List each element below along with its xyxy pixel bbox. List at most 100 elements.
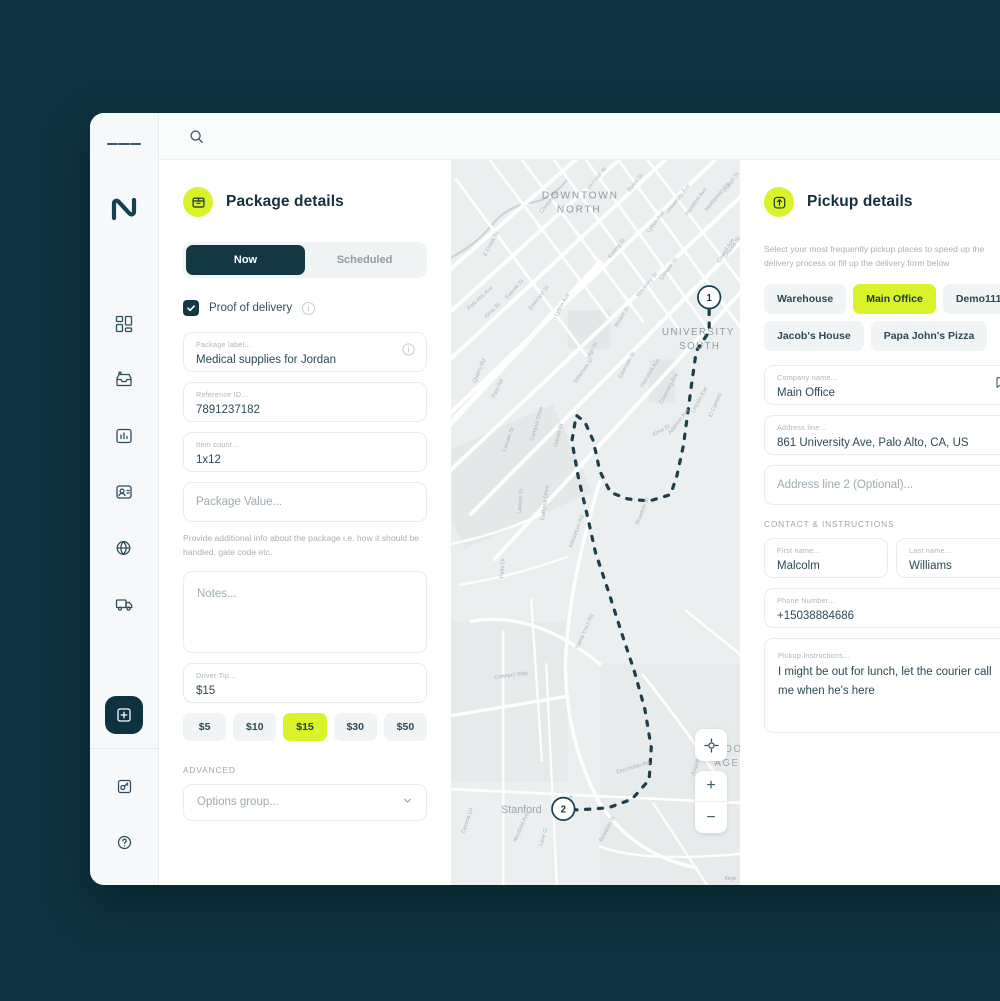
map-attribution: Keyb: [724, 876, 736, 882]
package-label-value: Medical supplies for Jordan: [196, 354, 336, 366]
sidebar-item-deliveries[interactable]: [107, 587, 141, 621]
map-marker-dropoff: 2: [551, 796, 576, 821]
place-chip-warehouse[interactable]: Warehouse: [764, 284, 847, 315]
bookmark-icon[interactable]: [994, 376, 1000, 395]
sidebar-item-settings[interactable]: [107, 769, 141, 803]
svg-text:2: 2: [561, 805, 566, 816]
pickup-title: Pickup details: [807, 193, 913, 210]
address-line2-placeholder: Address line 2 (Optional)...: [777, 478, 914, 491]
sidebar-item-inbox[interactable]: [107, 363, 141, 397]
sidebar-bottom-nav: [107, 769, 141, 885]
svg-text:NORTH: NORTH: [557, 205, 602, 216]
sidebar-item-global[interactable]: [107, 531, 141, 565]
item-count-field[interactable]: Item count... 1x12: [183, 432, 427, 472]
map-zoom-controls: + −: [695, 771, 727, 833]
search-icon[interactable]: [183, 123, 209, 149]
pickup-instructions-value: I might be out for lunch, let the courie…: [778, 666, 992, 697]
package-box-icon: [183, 187, 213, 217]
crosshair-icon[interactable]: [695, 729, 727, 761]
info-icon[interactable]: i: [302, 301, 316, 315]
address-line-caption: Address line...: [777, 423, 827, 433]
notes-placeholder: Notes...: [197, 587, 237, 600]
tab-now[interactable]: Now: [186, 245, 305, 275]
sidebar-divider: [90, 748, 159, 749]
place-chip-papa-johns-pizza[interactable]: Papa John's Pizza: [870, 321, 988, 352]
package-details-panel: Package details Now Scheduled Proof of d…: [159, 160, 451, 885]
options-group-placeholder: Options group...: [197, 796, 279, 809]
options-group-select[interactable]: Options group...: [183, 783, 427, 821]
proof-of-delivery-label: Proof of delivery: [209, 302, 293, 314]
package-label-caption: Package label...: [196, 340, 252, 349]
sidebar-item-contacts[interactable]: [107, 475, 141, 509]
package-value-field[interactable]: Package Value...: [183, 482, 427, 522]
last-name-value: Williams: [909, 560, 952, 573]
place-chip-demo111[interactable]: Demo111: [942, 284, 1000, 315]
company-name-field[interactable]: Company name... Main Office: [764, 365, 1000, 406]
pickup-panel-header: Pickup details: [764, 187, 1000, 217]
brand-logo-icon[interactable]: [104, 189, 144, 229]
tip-option-10[interactable]: $10: [233, 712, 277, 741]
first-name-field[interactable]: First name... Malcolm: [764, 538, 888, 579]
package-value-placeholder: Package Value...: [196, 495, 283, 508]
reference-id-value: 7891237182: [196, 404, 260, 416]
phone-number-field[interactable]: Phone Number... +15038884686: [764, 588, 1000, 629]
content-columns: Package details Now Scheduled Proof of d…: [159, 160, 1000, 885]
svg-text:UNIVERSITY: UNIVERSITY: [662, 327, 735, 338]
contact-section-label: CONTACT & INSTRUCTIONS: [764, 519, 895, 530]
screen-root: Package details Now Scheduled Proof of d…: [0, 0, 1000, 1001]
address-line-field[interactable]: Address line... 861 University Ave, Palo…: [764, 415, 1000, 456]
map-controls: + −: [695, 729, 727, 833]
sidebar-item-dashboard[interactable]: [107, 307, 141, 341]
pickup-description: Select your most frequently pickup place…: [764, 244, 985, 269]
sidebar-item-help[interactable]: [107, 825, 141, 859]
tip-option-30[interactable]: $30: [333, 712, 377, 741]
sidebar-item-new-delivery[interactable]: [105, 696, 143, 734]
address-line2-field[interactable]: Address line 2 (Optional)...: [764, 465, 1000, 506]
sidebar-item-analytics[interactable]: [107, 419, 141, 453]
pickup-place-chips: Warehouse Main Office Demo111 Jacob's Ho…: [764, 284, 1000, 352]
sidebar: [90, 113, 159, 885]
tab-scheduled[interactable]: Scheduled: [305, 245, 424, 275]
driver-tip-caption: Driver Tip...: [196, 670, 236, 680]
pickup-arrow-icon: [764, 187, 794, 217]
tip-option-50[interactable]: $50: [383, 712, 428, 741]
place-chip-main-office[interactable]: Main Office: [853, 284, 936, 315]
driver-tip-value: $15: [196, 684, 216, 697]
map-marker-pickup: 1: [697, 285, 722, 310]
schedule-toggle: Now Scheduled: [183, 242, 427, 278]
pickup-instructions-textarea[interactable]: Pickup Instructions... I might be out fo…: [764, 638, 1000, 734]
company-name-caption: Company name...: [777, 373, 838, 383]
item-count-caption: Item count...: [196, 440, 239, 449]
notes-textarea[interactable]: Notes...: [183, 570, 427, 653]
address-line-value: 861 University Ave, Palo Alto, CA, US: [777, 437, 969, 450]
proof-of-delivery-row: Proof of delivery i: [183, 300, 427, 316]
route-map[interactable]: DOWNTOWN NORTH UNIVERSITY SOUTH DIDO AGE…: [451, 160, 740, 885]
driver-tip-field[interactable]: Driver Tip... $15: [183, 662, 427, 703]
hamburger-icon[interactable]: [107, 127, 141, 161]
proof-of-delivery-checkbox[interactable]: [183, 300, 199, 316]
last-name-caption: Last name...: [909, 546, 952, 556]
tip-option-15[interactable]: $15: [283, 712, 327, 741]
topbar: [159, 113, 1000, 160]
sidebar-active-wrap: [105, 696, 143, 734]
phone-number-caption: Phone Number...: [777, 596, 835, 606]
tip-options-row: $5 $10 $15 $30 $50: [183, 712, 428, 741]
package-label-field[interactable]: Package label... Medical supplies for Jo…: [183, 332, 427, 372]
last-name-field[interactable]: Last name... Williams: [896, 538, 1000, 579]
zoom-out-button[interactable]: −: [695, 802, 727, 833]
place-chip-jacobs-house[interactable]: Jacob's House: [764, 321, 864, 352]
package-label-info-icon[interactable]: [402, 343, 415, 361]
zoom-in-button[interactable]: +: [695, 771, 727, 802]
package-helper-text: Provide additional info about the packag…: [183, 533, 420, 557]
package-panel-header: Package details: [183, 187, 427, 217]
chevron-down-icon: [402, 793, 413, 811]
page-title: Package details: [226, 193, 344, 210]
pickup-instructions-caption: Pickup Instructions...: [778, 651, 850, 661]
app-window: Package details Now Scheduled Proof of d…: [90, 113, 1000, 885]
svg-text:Stanford: Stanford: [501, 804, 542, 816]
advanced-section-label: ADVANCED: [183, 764, 236, 775]
tip-option-5[interactable]: $5: [183, 712, 227, 741]
name-fields-row: First name... Malcolm Last name... Willi…: [764, 538, 1000, 588]
reference-id-field[interactable]: Reference ID... 7891237182: [183, 382, 427, 422]
item-count-value: 1x12: [196, 454, 221, 466]
